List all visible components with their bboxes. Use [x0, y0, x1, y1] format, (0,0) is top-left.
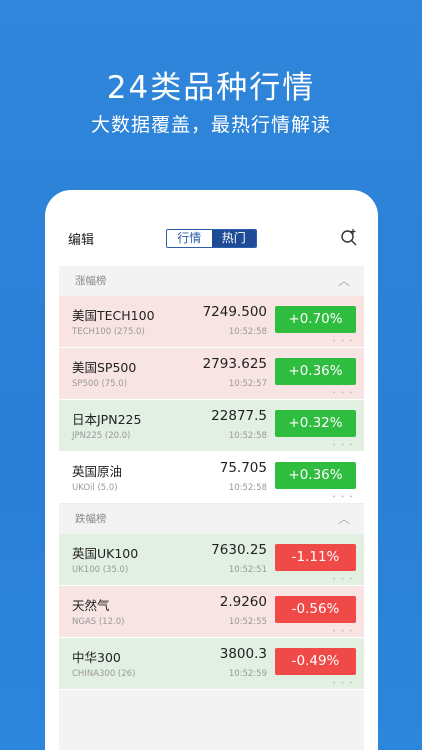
instrument-name: 英国原油 — [72, 464, 123, 479]
tab-hot[interactable]: 热门 — [211, 230, 256, 247]
gainers-header[interactable]: 涨幅榜 ︿ — [59, 266, 364, 296]
list-bottom-fill — [59, 690, 364, 750]
instrument-price: 7249.500 — [202, 304, 267, 320]
instrument-code: JPN225 (20.0) — [72, 431, 131, 441]
more-dots-icon[interactable]: • • • — [332, 679, 354, 687]
change-badge[interactable]: +0.36% — [275, 462, 356, 489]
instrument-price: 7630.25 — [211, 542, 267, 558]
promo-subline: 大数据覆盖，最热行情解读 — [90, 114, 331, 136]
instrument-code: NGAS (12.0) — [72, 617, 125, 627]
instrument-code: UKOil (5.0) — [72, 483, 118, 493]
instrument-code: UK100 (35.0) — [72, 565, 129, 575]
quote-time: 10:52:51 — [228, 565, 267, 575]
change-badge[interactable]: +0.70% — [275, 306, 356, 333]
more-dots-icon[interactable]: • • • — [332, 441, 354, 449]
tab-quotes[interactable]: 行情 — [167, 230, 212, 247]
change-badge[interactable]: -0.56% — [275, 596, 356, 623]
quote-time: 10:52:55 — [228, 617, 267, 627]
promo-headline: 24类品种行情 — [106, 70, 316, 106]
change-badge[interactable]: -0.49% — [275, 648, 356, 675]
change-badge[interactable]: -1.11% — [275, 544, 356, 571]
edit-button[interactable]: 编辑 — [68, 229, 94, 248]
instrument-name: 日本JPN225 — [72, 412, 142, 427]
more-dots-icon[interactable]: • • • — [332, 493, 354, 501]
instrument-price: 2.9260 — [219, 594, 267, 610]
top-bar: 编辑 行情 热门 — [59, 210, 364, 266]
quote-row[interactable]: 英国UK100 UK100 (35.0) 7630.25 10:52:51 -1… — [59, 534, 364, 586]
quote-row[interactable]: 日本JPN225 JPN225 (20.0) 22877.5 10:52:58 … — [59, 400, 364, 452]
losers-title: 跌幅榜 — [75, 513, 107, 525]
instrument-code: SP500 (75.0) — [72, 379, 128, 389]
more-dots-icon[interactable]: • • • — [332, 389, 354, 397]
instrument-code: TECH100 (275.0) — [72, 327, 145, 337]
search-add-icon[interactable] — [340, 228, 358, 246]
quote-row[interactable]: 英国原油 UKOil (5.0) 75.705 10:52:58 +0.36% … — [59, 452, 364, 504]
instrument-name: 美国SP500 — [72, 360, 137, 375]
segmented-control: 行情 热门 — [166, 229, 257, 248]
phone-frame: 编辑 行情 热门 涨幅榜 ︿ 美国TECH100 TECH100 (275.0)… — [45, 190, 378, 750]
instrument-code: CHINA300 (26) — [72, 669, 136, 679]
collapse-chevron-icon[interactable]: ︿ — [338, 266, 350, 296]
more-dots-icon[interactable]: • • • — [332, 575, 354, 583]
more-dots-icon[interactable]: • • • — [332, 627, 354, 635]
gainers-title: 涨幅榜 — [75, 275, 107, 287]
instrument-price: 75.705 — [219, 460, 267, 476]
quote-row[interactable]: 中华300 CHINA300 (26) 3800.3 10:52:59 -0.4… — [59, 638, 364, 690]
collapse-chevron-icon[interactable]: ︿ — [338, 504, 350, 534]
quote-time: 10:52:58 — [228, 327, 267, 337]
instrument-name: 英国UK100 — [72, 546, 139, 561]
quote-row[interactable]: 天然气 NGAS (12.0) 2.9260 10:52:55 -0.56% •… — [59, 586, 364, 638]
change-badge[interactable]: +0.32% — [275, 410, 356, 437]
losers-header[interactable]: 跌幅榜 ︿ — [59, 504, 364, 534]
quote-time: 10:52:59 — [228, 669, 267, 679]
instrument-name: 中华300 — [72, 650, 121, 665]
app-screen: 编辑 行情 热门 涨幅榜 ︿ 美国TECH100 TECH100 (275.0)… — [59, 210, 364, 750]
instrument-name: 天然气 — [72, 598, 110, 613]
more-dots-icon[interactable]: • • • — [332, 337, 354, 345]
instrument-price: 22877.5 — [211, 408, 267, 424]
quote-time: 10:52:58 — [228, 483, 267, 493]
quote-row[interactable]: 美国SP500 SP500 (75.0) 2793.625 10:52:57 +… — [59, 348, 364, 400]
quote-time: 10:52:58 — [228, 431, 267, 441]
change-badge[interactable]: +0.36% — [275, 358, 356, 385]
quote-row[interactable]: 美国TECH100 TECH100 (275.0) 7249.500 10:52… — [59, 296, 364, 348]
instrument-name: 美国TECH100 — [72, 308, 155, 323]
quote-time: 10:52:57 — [228, 379, 267, 389]
instrument-price: 3800.3 — [219, 646, 267, 662]
instrument-price: 2793.625 — [202, 356, 267, 372]
